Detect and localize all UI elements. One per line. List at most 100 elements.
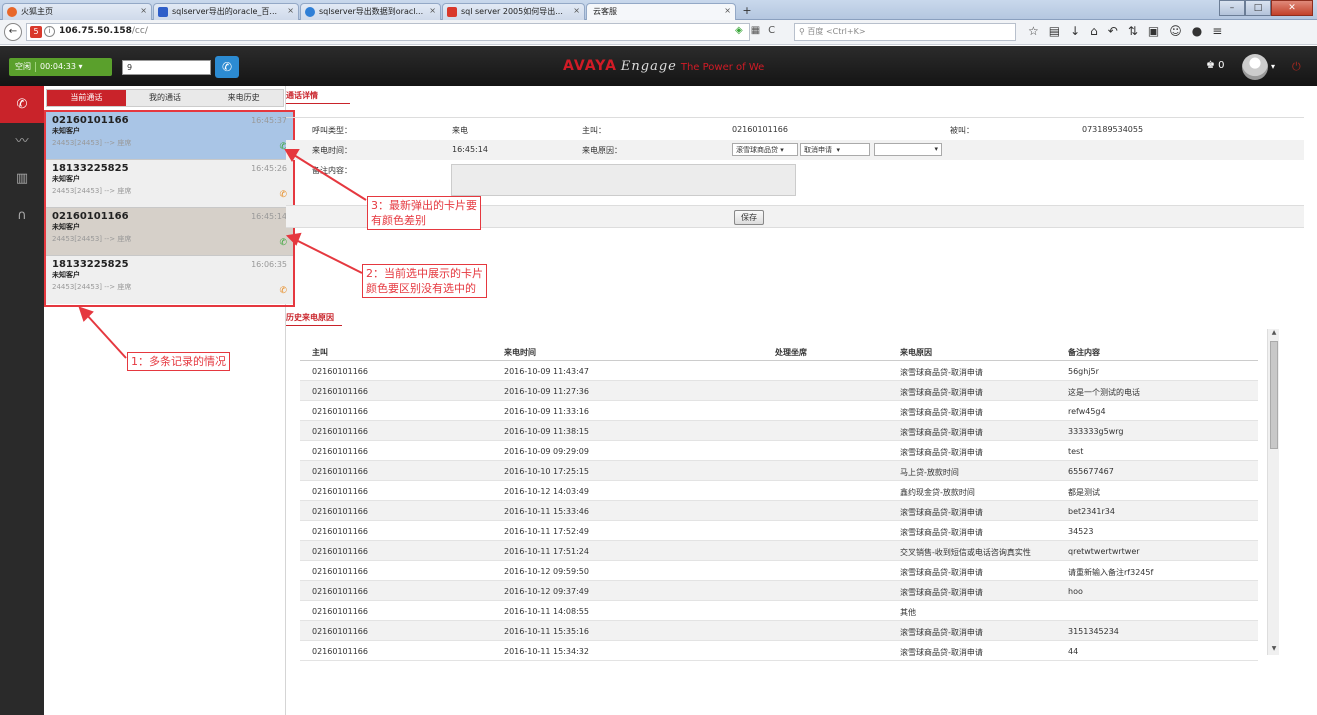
maximize-button[interactable]: □ [1245,0,1271,16]
qr-code-icon[interactable]: ▦ [751,25,760,36]
table-row[interactable]: 02160101166 2016-10-11 17:51:24 交叉销售-收到短信或… [300,541,1258,561]
table-cell: 2016-10-09 11:43:47 [504,367,589,376]
table-cell: 交叉销售-收到短信或电话咨询真实性 [900,548,1031,557]
table-row[interactable]: 02160101166 2016-10-09 11:33:16 滚雪球商品贷-取消申… [300,401,1258,421]
column-header: 来电时间 [504,348,536,357]
card-time: 16:45:37 [251,116,287,125]
agent-status-button[interactable]: 空闲 00:04:33 ▾ [9,58,112,76]
scroll-down-arrow[interactable]: ▼ [1268,645,1280,655]
online-users[interactable]: ♚ 0 [1206,60,1225,71]
table-cell: 马上贷-放款时间 [900,468,959,477]
column-header: 处理坐席 [775,348,807,357]
table-row[interactable]: 02160101166 2016-10-09 11:43:47 滚雪球商品贷-取消申… [300,361,1258,381]
browser-tab[interactable]: sqlserver导出数据到oracl... × [300,3,441,20]
table-row[interactable]: 02160101166 2016-10-11 15:35:16 滚雪球商品贷-取消申… [300,621,1258,641]
call-card[interactable]: 02160101166 未知客户 24453[24453] --> 座席 16:… [46,208,293,256]
extension-icon[interactable]: ☺ [1169,24,1182,38]
table-cell: 02160101166 [312,447,368,456]
table-row[interactable]: 02160101166 2016-10-09 11:27:36 滚雪球商品贷-取消申… [300,381,1258,401]
search-placeholder: 百度 <Ctrl+K> [807,27,866,36]
search-input[interactable]: ⚲ 百度 <Ctrl+K> [794,23,1016,41]
url-path: /cc/ [131,26,148,36]
dial-input[interactable]: 9 [122,60,211,75]
table-cell: 其他 [900,608,916,617]
tab-my-calls[interactable]: 我的通话 [126,90,205,106]
chevron-down-icon: ▾ [78,62,83,71]
annotation-line: 3：最新弹出的卡片要 [371,199,477,212]
table-row[interactable]: 02160101166 2016-10-11 15:33:46 滚雪球商品贷-取消申… [300,501,1258,521]
caller-value: 02160101166 [732,125,788,134]
shield-icon[interactable]: ◈ [735,25,743,36]
table-row[interactable]: 02160101166 2016-10-11 14:08:55 其他 [300,601,1258,621]
close-icon[interactable]: × [573,6,580,15]
nav-monitor[interactable]: 〰 [0,123,44,160]
reason-select-2[interactable]: 取消申请 ▾ [800,143,870,156]
firefox-icon [7,7,17,17]
reload-icon[interactable]: C [768,25,775,36]
menu-icon[interactable]: ≡ [1212,24,1222,38]
call-card[interactable]: 18133225825 未知客户 24453[24453] --> 座席 16:… [46,160,293,208]
reason-select-1[interactable]: 滚雪球商品贷 ▾ [732,143,798,156]
table-cell: refw45g4 [1068,407,1106,416]
table-cell: 滚雪球商品贷-取消申请 [900,508,983,517]
save-button[interactable]: 保存 [734,210,764,225]
call-time-value: 16:45:14 [452,145,488,154]
call-card[interactable]: 02160101166 未知客户 24453[24453] --> 座席 16:… [46,112,293,160]
table-row[interactable]: 02160101166 2016-10-09 11:38:15 滚雪球商品贷-取消申… [300,421,1258,441]
history-scrollbar[interactable]: ▲ ▼ [1267,329,1279,655]
download-icon[interactable]: ↓ [1070,24,1080,38]
reason-select-3[interactable]: ▾ [874,143,942,156]
card-customer: 未知客户 [52,271,80,279]
tab-call-history[interactable]: 来电历史 [204,90,283,106]
close-icon[interactable]: × [724,6,731,15]
minimize-button[interactable]: – [1219,0,1245,16]
table-row[interactable]: 02160101166 2016-10-12 09:59:50 滚雪球商品贷-取消申… [300,561,1258,581]
detail-row: 呼叫类型： 来电 主叫： 02160101166 被叫： 07318953405… [286,120,1304,140]
close-icon[interactable]: × [287,6,294,15]
table-row[interactable]: 02160101166 2016-10-11 17:52:49 滚雪球商品贷-取消申… [300,521,1258,541]
tab-current-call[interactable]: 当前通话 [47,90,126,106]
tools-icon[interactable]: ⇅ [1128,24,1138,38]
avatar[interactable] [1242,54,1268,80]
power-icon[interactable]: ⏻ [1292,60,1301,74]
window-close-button[interactable]: ✕ [1271,0,1313,16]
call-card[interactable]: 18133225825 未知客户 24453[24453] --> 座席 16:… [46,256,293,304]
nav-headset[interactable]: ∩ [0,197,44,234]
nav-phone[interactable]: ✆ [0,86,44,123]
chevron-down-icon[interactable]: ▾ [1271,62,1275,71]
browser-tab[interactable]: 火狐主页 × [2,3,152,20]
close-icon[interactable]: × [429,6,436,15]
table-row[interactable]: 02160101166 2016-10-11 15:34:32 滚雪球商品贷-取消申… [300,641,1258,661]
url-bar[interactable]: 5 i 106.75.50.158/cc/ [26,23,750,41]
browser-tab[interactable]: sqlserver导出的oracle_百... × [153,3,299,20]
brand-tagline: The Power of We [680,62,765,73]
table-cell: 56ghj5r [1068,367,1099,376]
scroll-thumb[interactable] [1270,341,1278,449]
chat-icon[interactable]: ● [1192,24,1202,38]
table-row[interactable]: 02160101166 2016-10-12 14:03:49 鑫约现金贷-放款时间… [300,481,1258,501]
table-row[interactable]: 02160101166 2016-10-10 17:25:15 马上贷-放款时间 65… [300,461,1258,481]
table-row[interactable]: 02160101166 2016-10-12 09:37:49 滚雪球商品贷-取消申… [300,581,1258,601]
undo-icon[interactable]: ↶ [1108,24,1118,38]
annotation-line: 有颜色差别 [371,214,426,227]
scroll-up-arrow[interactable]: ▲ [1268,329,1280,339]
close-icon[interactable]: × [140,6,147,15]
browser-tab-active[interactable]: 云客服 × [586,3,736,20]
info-icon[interactable]: i [44,26,55,37]
column-header: 备注内容 [1068,348,1100,357]
dial-button[interactable]: ✆ [215,56,239,78]
bookmark-star-icon[interactable]: ☆ [1028,24,1039,38]
call-tabs: 当前通话 我的通话 来电历史 [46,89,284,107]
table-row[interactable]: 02160101166 2016-10-09 09:29:09 滚雪球商品贷-取消申… [300,441,1258,461]
home-icon[interactable]: ⌂ [1090,24,1098,38]
screenshot-icon[interactable]: ▣ [1148,24,1159,38]
card-route: 24453[24453] --> 座席 [52,139,132,147]
browser-tab[interactable]: sql server 2005如何导出... × [442,3,585,20]
nav-reports[interactable]: ▥ [0,160,44,197]
note-textarea[interactable] [451,164,796,196]
reading-list-icon[interactable]: ▤ [1049,24,1060,38]
pulse-icon: 〰 [15,134,29,149]
back-button[interactable]: ← [4,23,22,41]
note-label: 备注内容： [312,166,352,175]
new-tab-button[interactable]: + [738,3,756,19]
